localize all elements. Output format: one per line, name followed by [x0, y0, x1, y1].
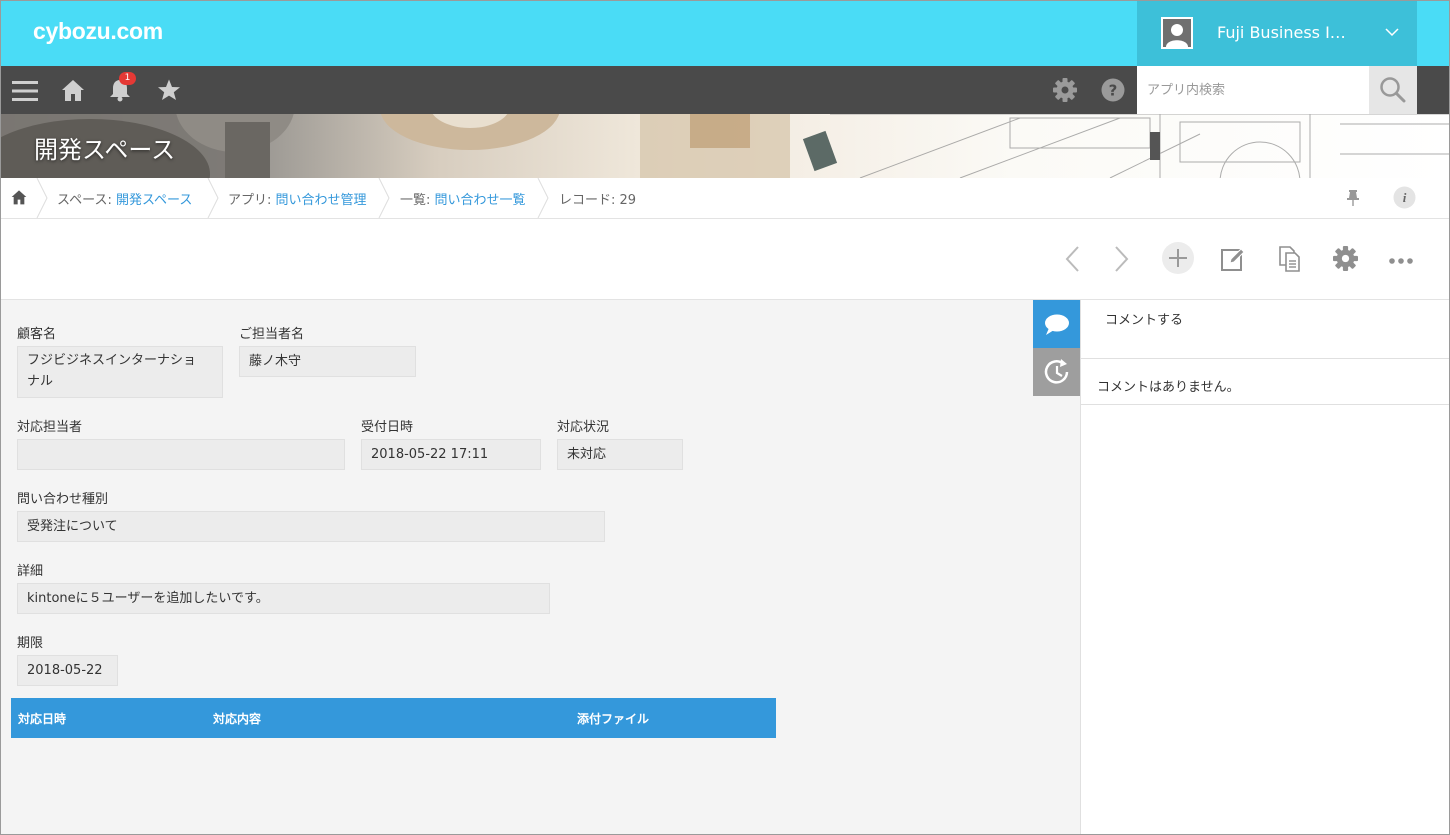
breadcrumb-view[interactable]: 一覧: 問い合わせ一覧	[400, 189, 526, 208]
status-label: 対応状況	[557, 420, 610, 435]
space-banner: 開発スペース	[0, 114, 1450, 178]
breadcrumb-app[interactable]: アプリ: 問い合わせ管理	[228, 189, 367, 208]
top-header: cybozu.com Fuji Business I…	[0, 0, 1450, 66]
type-value: 受発注について	[17, 511, 605, 542]
cybozu-logo[interactable]: cybozu.com	[33, 18, 163, 45]
deadline-label: 期限	[17, 636, 44, 651]
star-icon[interactable]	[157, 78, 181, 106]
more-icon[interactable]	[1388, 254, 1414, 269]
customer-label: 顧客名	[17, 327, 57, 342]
divider	[1081, 404, 1450, 405]
chevron-down-icon	[1385, 25, 1399, 43]
comment-icon	[1045, 314, 1069, 335]
breadcrumb-separator	[36, 178, 48, 218]
breadcrumb-space-link[interactable]: 開発スペース	[116, 193, 192, 208]
info-icon[interactable]: i	[1393, 186, 1416, 213]
menu-icon[interactable]	[12, 78, 38, 108]
table-header: 対応日時 対応内容 添付ファイル	[11, 698, 776, 738]
copy-icon[interactable]	[1278, 246, 1302, 276]
search-input[interactable]	[1137, 66, 1369, 114]
breadcrumb: スペース: 開発スペース アプリ: 問い合わせ管理 一覧: 問い合わせ一覧 レコ…	[0, 178, 1450, 219]
post-comment-link[interactable]: コメントする	[1105, 309, 1183, 328]
type-label: 問い合わせ種別	[17, 492, 109, 507]
breadcrumb-home[interactable]	[11, 189, 27, 209]
add-icon	[1169, 249, 1187, 267]
received-value: 2018-05-22 17:11	[361, 439, 541, 470]
received-label: 受付日時	[361, 420, 414, 435]
contact-value: 藤ノ木守	[239, 346, 416, 377]
svg-text:?: ?	[1109, 82, 1118, 100]
breadcrumb-separator	[207, 178, 219, 218]
column-header: 添付ファイル	[577, 712, 650, 726]
detail-label: 詳細	[17, 564, 44, 579]
comment-panel: コメントする コメントはありません。	[1080, 300, 1450, 835]
column-header: 対応日時	[18, 712, 67, 726]
home-icon[interactable]	[61, 78, 85, 106]
next-icon[interactable]	[1112, 245, 1130, 277]
breadcrumb-view-link[interactable]: 問い合わせ一覧	[435, 193, 526, 208]
breadcrumb-app-link[interactable]: 問い合わせ管理	[276, 193, 367, 208]
comment-tab[interactable]	[1033, 300, 1080, 348]
breadcrumb-separator	[378, 178, 390, 218]
avatar	[1161, 17, 1193, 49]
breadcrumb-space[interactable]: スペース: 開発スペース	[57, 189, 192, 208]
comment-input-area[interactable]: コメントする	[1081, 300, 1450, 359]
contact-label: ご担当者名	[239, 327, 305, 342]
user-menu[interactable]: Fuji Business I…	[1137, 0, 1417, 66]
add-record-button[interactable]	[1162, 242, 1194, 274]
user-name: Fuji Business I…	[1217, 23, 1346, 42]
space-title: 開発スペース	[34, 136, 176, 164]
history-icon	[1044, 359, 1069, 384]
svg-text:i: i	[1403, 190, 1407, 205]
prev-icon[interactable]	[1064, 245, 1082, 277]
history-tab[interactable]	[1033, 348, 1080, 396]
status-value: 未対応	[557, 439, 683, 470]
banner-image	[0, 114, 1450, 178]
notification-badge: 1	[119, 72, 136, 85]
assignee-value	[17, 439, 345, 470]
breadcrumb-record: レコード: 29	[559, 193, 637, 208]
edit-icon[interactable]	[1220, 246, 1246, 276]
deadline-value: 2018-05-22	[17, 655, 118, 686]
gear-icon[interactable]	[1053, 78, 1077, 106]
no-comments-text: コメントはありません。	[1097, 380, 1240, 395]
home-icon	[11, 190, 27, 205]
search-icon	[1380, 77, 1406, 103]
search-button[interactable]	[1369, 66, 1417, 114]
nav-bar: 1 ?	[0, 66, 1450, 114]
settings-icon[interactable]	[1333, 246, 1358, 275]
column-header: 対応内容	[213, 712, 262, 726]
customer-value: フジビジネスインターナショ ナル	[17, 346, 223, 398]
record-form: 顧客名 フジビジネスインターナショ ナル ご担当者名 藤ノ木守 対応担当者 受付…	[0, 300, 1080, 835]
record-toolbar	[0, 219, 1450, 300]
assignee-label: 対応担当者	[17, 420, 83, 435]
detail-value: kintoneに５ユーザーを追加したいです。	[17, 583, 550, 614]
help-icon[interactable]: ?	[1101, 78, 1125, 106]
breadcrumb-separator	[537, 178, 549, 218]
pin-icon[interactable]	[1346, 189, 1360, 211]
